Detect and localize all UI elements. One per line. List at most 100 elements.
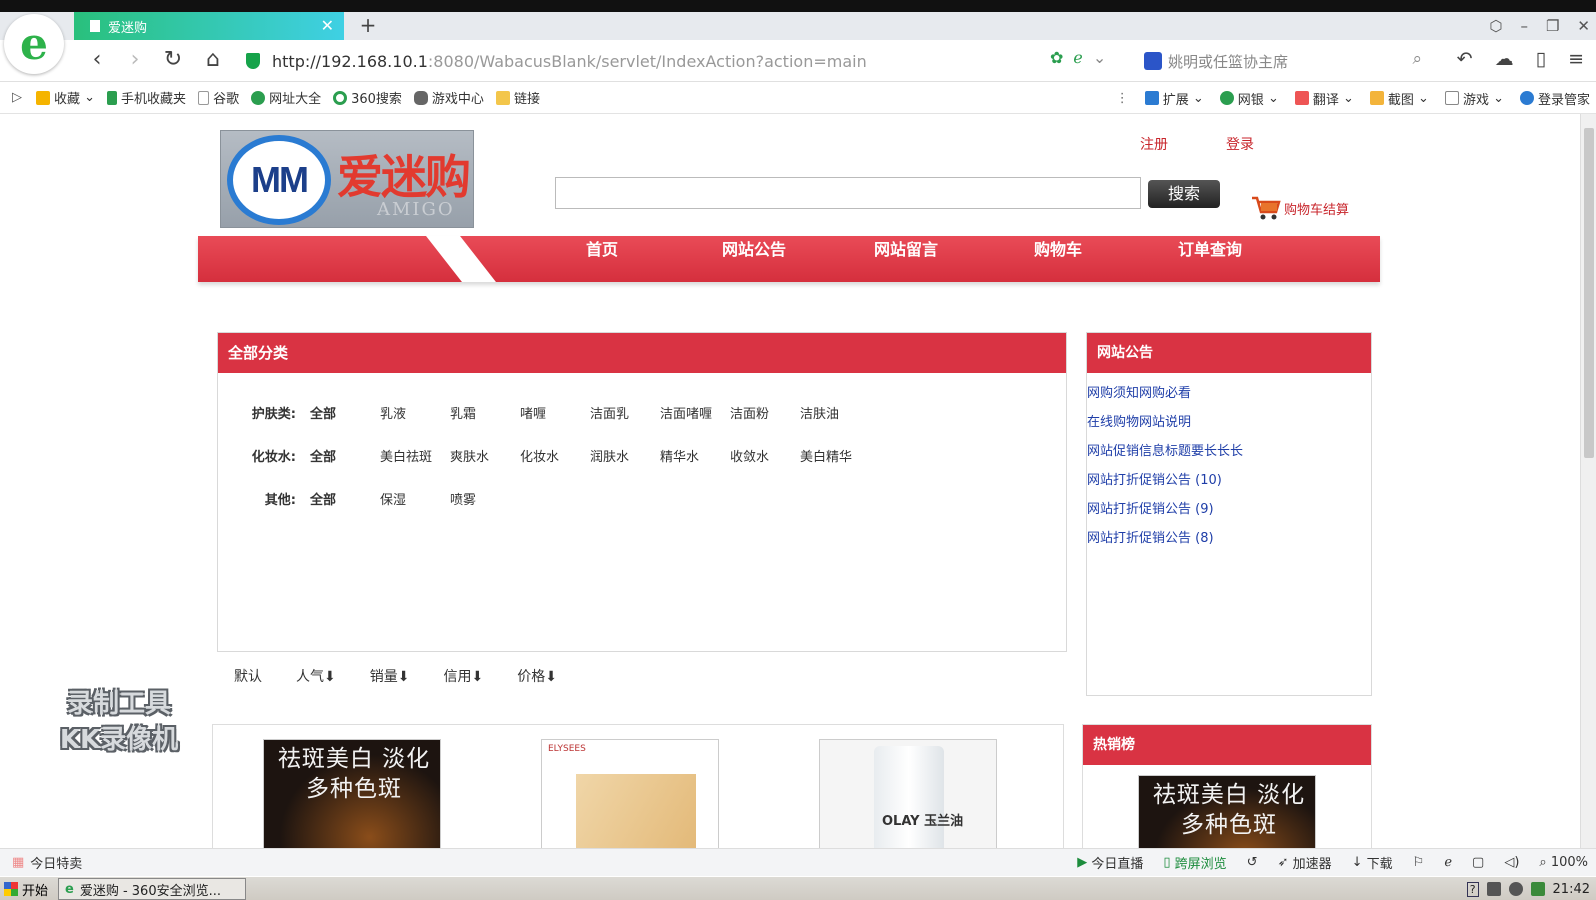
sort-popularity[interactable]: 人气⬇ xyxy=(296,666,336,686)
menu-guestbook[interactable]: 网站留言 xyxy=(830,236,982,282)
search-button[interactable]: 搜索 xyxy=(1148,180,1220,208)
home-icon[interactable]: ⌂ xyxy=(200,48,226,74)
search-engine-box[interactable]: 姚明或任篮协主席 ⌕ xyxy=(1144,47,1422,75)
tool-games[interactable]: 游戏 ⌄ xyxy=(1444,89,1504,108)
category-link[interactable]: 保湿 xyxy=(380,489,450,508)
accelerator-button[interactable]: ➶ 加速器 xyxy=(1278,853,1332,872)
fav-links[interactable]: 链接 xyxy=(495,88,540,107)
undo-icon[interactable]: ↶ xyxy=(1457,48,1473,70)
category-link[interactable]: 洁面啫喱 xyxy=(660,403,730,422)
category-link[interactable]: 美白精华 xyxy=(800,446,870,465)
category-all-link[interactable]: 全部 xyxy=(310,446,380,465)
restore-icon[interactable]: ❐ xyxy=(1546,17,1559,35)
cross-screen-button[interactable]: ▯ 跨屏浏览 xyxy=(1163,853,1226,872)
fav-games[interactable]: 游戏中心 xyxy=(413,88,484,107)
start-button[interactable]: 开始 xyxy=(0,878,54,900)
bestseller-image[interactable]: 祛斑美白 淡化多种色斑 xyxy=(1138,775,1316,848)
login-link[interactable]: 登录 xyxy=(1226,134,1254,154)
category-link[interactable]: 洁肤油 xyxy=(800,403,870,422)
fav-google[interactable]: 谷歌 xyxy=(198,88,239,107)
register-link[interactable]: 注册 xyxy=(1140,134,1168,154)
category-all-link[interactable]: 全部 xyxy=(310,403,380,422)
sidebar-toggle-icon[interactable]: ▷ xyxy=(12,90,22,105)
help-icon[interactable]: ? xyxy=(1466,881,1479,897)
new-tab-button[interactable]: + xyxy=(356,12,380,40)
status-left[interactable]: ▦ 今日特卖 xyxy=(12,853,82,872)
menu-home[interactable]: 首页 xyxy=(526,236,678,282)
category-link[interactable]: 洁面粉 xyxy=(730,403,800,422)
minimize-icon[interactable]: – xyxy=(1520,17,1528,35)
notice-link[interactable]: 网站打折促销公告 (8) xyxy=(1087,524,1371,553)
tool-translate[interactable]: 翻译 ⌄ xyxy=(1294,89,1354,108)
close-window-icon[interactable]: ✕ xyxy=(1577,17,1590,35)
product-card[interactable]: 祛斑美白 淡化多种色斑 xyxy=(263,739,441,848)
sort-credit[interactable]: 信用⬇ xyxy=(443,666,483,686)
input-icon[interactable] xyxy=(1486,882,1501,896)
cart-checkout-link[interactable]: 购物车结算 xyxy=(1250,194,1349,222)
tab-close-icon[interactable]: ✕ xyxy=(321,16,334,35)
menu-announcements[interactable]: 网站公告 xyxy=(678,236,830,282)
category-link[interactable]: 啫喱 xyxy=(520,403,590,422)
tool-extensions[interactable]: 扩展 ⌄ xyxy=(1144,89,1204,108)
category-link[interactable]: 收敛水 xyxy=(730,446,800,465)
speed-icon[interactable]: ✿ xyxy=(1050,48,1063,67)
dropdown-icon[interactable]: ⌄ xyxy=(1093,48,1106,67)
category-link[interactable]: 乳液 xyxy=(380,403,450,422)
sort-sales[interactable]: 销量⬇ xyxy=(370,666,410,686)
window-icon[interactable]: ▢ xyxy=(1472,855,1484,870)
zoom-control[interactable]: ⌕ 100% xyxy=(1539,855,1588,870)
volume-icon[interactable]: ◁) xyxy=(1504,855,1519,870)
notice-link[interactable]: 网站打折促销公告 (9) xyxy=(1087,495,1371,524)
notice-link[interactable]: 网购须知网购必看 xyxy=(1087,379,1371,408)
cloud-icon[interactable]: ☁ xyxy=(1495,48,1514,70)
history-icon[interactable]: ↺ xyxy=(1247,855,1258,870)
category-link[interactable]: 化妆水 xyxy=(520,446,590,465)
category-link[interactable]: 洁面乳 xyxy=(590,403,660,422)
fav-360-search[interactable]: 360搜索 xyxy=(333,88,402,107)
taskbar-browser-item[interactable]: e 爱迷购 - 360安全浏览... xyxy=(58,878,246,900)
product-card[interactable]: OLAY 玉兰油 xyxy=(819,739,997,848)
fav-sites[interactable]: 网址大全 xyxy=(251,88,321,107)
notice-link[interactable]: 在线购物网站说明 xyxy=(1087,408,1371,437)
more-icon[interactable]: ⋮ xyxy=(1116,91,1129,106)
page-scrollbar[interactable] xyxy=(1580,114,1596,848)
menu-order-query[interactable]: 订单查询 xyxy=(1134,236,1286,282)
tool-bank[interactable]: 网银 ⌄ xyxy=(1219,89,1279,108)
phone-icon[interactable]: ▯ xyxy=(1536,48,1546,70)
tool-screenshot[interactable]: 截图 ⌄ xyxy=(1369,89,1429,108)
skin-icon[interactable]: ⬡ xyxy=(1489,17,1502,35)
live-button[interactable]: ▶ 今日直播 xyxy=(1077,853,1143,872)
category-link[interactable]: 乳霜 xyxy=(450,403,520,422)
menu-icon[interactable]: ≡ xyxy=(1568,48,1584,70)
search-icon[interactable]: ⌕ xyxy=(1412,49,1422,69)
address-bar[interactable]: http://192.168.10.1 :8080/WabacusBlank/s… xyxy=(246,46,1126,76)
ie-mode-icon[interactable]: ℯ xyxy=(1073,48,1082,67)
category-link[interactable]: 喷雾 xyxy=(450,489,520,508)
tab-active[interactable]: 爱迷购 ✕ xyxy=(74,12,344,40)
forward-icon[interactable]: › xyxy=(122,48,148,74)
category-all-link[interactable]: 全部 xyxy=(310,489,380,508)
ie-icon[interactable]: ℯ xyxy=(1444,855,1452,870)
category-link[interactable]: 美白祛斑 xyxy=(380,446,450,465)
fav-collect[interactable]: 收藏 ⌄ xyxy=(36,88,95,107)
notice-link[interactable]: 网站打折促销公告 (10) xyxy=(1087,466,1371,495)
notice-link[interactable]: 网站促销信息标题要长长长 xyxy=(1087,437,1371,466)
category-link[interactable]: 爽肤水 xyxy=(450,446,520,465)
menu-cart[interactable]: 购物车 xyxy=(982,236,1134,282)
sort-default[interactable]: 默认 xyxy=(234,666,262,686)
fav-mobile[interactable]: 手机收藏夹 xyxy=(107,88,186,107)
scrollbar-thumb[interactable] xyxy=(1584,128,1594,458)
refresh-icon[interactable]: ↻ xyxy=(160,48,186,74)
download-button[interactable]: ↓ 下载 xyxy=(1352,853,1393,872)
category-link[interactable]: 精华水 xyxy=(660,446,730,465)
flag-icon[interactable]: ⚐ xyxy=(1413,855,1425,870)
security-icon[interactable] xyxy=(1530,882,1545,896)
sort-price[interactable]: 价格⬇ xyxy=(517,666,557,686)
browser-logo-icon[interactable]: e xyxy=(4,14,64,74)
network-icon[interactable] xyxy=(1508,882,1523,896)
back-icon[interactable]: ‹ xyxy=(84,48,110,74)
category-link[interactable]: 润肤水 xyxy=(590,446,660,465)
tool-login-manager[interactable]: 登录管家 xyxy=(1519,89,1590,108)
site-logo[interactable]: MM 爱迷购 AMIGO xyxy=(220,130,474,228)
site-search-input[interactable] xyxy=(555,177,1141,209)
